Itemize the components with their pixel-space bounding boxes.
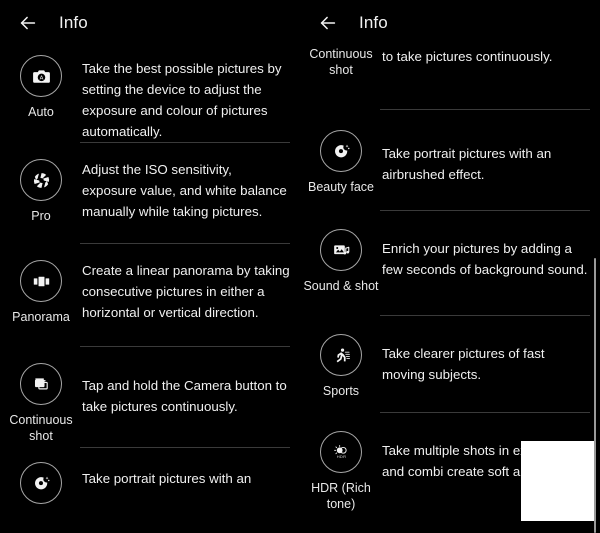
mode-description: Enrich your pictures by adding a few sec… [382, 241, 588, 277]
beauty-face-icon [20, 462, 62, 504]
list-item[interactable]: Pro Adjust the ISO sensitivity, exposure… [0, 143, 300, 243]
mode-description: Take portrait pictures with an airbrushe… [382, 146, 552, 182]
occluding-overlay-block [521, 441, 594, 521]
sound-shot-icon [320, 229, 362, 271]
info-screen-left: Info A Auto Take the best possible pictu… [0, 0, 300, 533]
mode-icon-column: Pro [0, 159, 82, 224]
mode-label: Continuous shot [9, 413, 73, 443]
list-item[interactable]: A Auto Take the best possible pictures b… [0, 46, 300, 142]
scrollbar-thumb[interactable] [594, 258, 596, 533]
list-item[interactable]: Continuous shot Tap and hold the Camera … [0, 347, 300, 447]
mode-list-left: A Auto Take the best possible pictures b… [0, 46, 300, 511]
page-title: Info [359, 13, 388, 32]
svg-text:A: A [39, 75, 43, 81]
mode-label: Sound & shot [303, 279, 379, 293]
camera-auto-icon: A [20, 55, 62, 97]
mode-description: Take portrait pictures with an [82, 471, 252, 486]
hdr-icon: HDR [320, 431, 362, 473]
mode-icon-column: Continuous shot [300, 46, 382, 78]
mode-icon-column: Sports [300, 334, 382, 399]
list-item[interactable]: Beauty face Take portrait pictures with … [300, 110, 600, 210]
mode-description: Take clearer pictures of fast moving sub… [382, 346, 545, 382]
dual-screenshot-container: Info A Auto Take the best possible pictu… [0, 0, 600, 533]
list-item[interactable]: Take portrait pictures with an [0, 448, 300, 511]
app-bar-right: Info [300, 0, 600, 46]
list-item[interactable]: Sound & shot Enrich your pictures by add… [300, 211, 600, 315]
list-item[interactable]: Continuous shot to take pictures continu… [300, 46, 600, 102]
mode-description: Tap and hold the Camera button to take p… [82, 378, 287, 414]
page-title: Info [59, 13, 88, 32]
mode-description: Create a linear panorama by taking conse… [82, 263, 290, 320]
mode-icon-column: Continuous shot [0, 363, 82, 444]
mode-label: Beauty face [307, 180, 374, 194]
mode-description: Take the best possible pictures by setti… [82, 61, 282, 139]
sports-icon [320, 334, 362, 376]
panorama-icon [20, 260, 62, 302]
mode-icon-column: HDR HDR (Rich tone) [300, 431, 382, 512]
mode-label: Sports [322, 384, 360, 398]
mode-icon-column [0, 462, 82, 511]
mode-description: to take pictures continuously. [382, 49, 553, 64]
mode-icon-column: Sound & shot [300, 229, 382, 294]
mode-icon-column: Beauty face [300, 130, 382, 195]
svg-text:HDR: HDR [336, 454, 346, 459]
mode-label: Continuous shot [309, 47, 373, 77]
mode-label: Pro [31, 209, 51, 223]
mode-label: HDR (Rich tone) [311, 481, 371, 511]
app-bar-left: Info [0, 0, 300, 46]
mode-icon-column: Panorama [0, 260, 82, 325]
aperture-icon [20, 159, 62, 201]
arrow-left-icon[interactable] [317, 12, 339, 34]
mode-icon-column: A Auto [0, 55, 82, 120]
list-item[interactable]: Panorama Create a linear panorama by tak… [0, 244, 300, 346]
arrow-left-icon[interactable] [17, 12, 39, 34]
beauty-face-icon [320, 130, 362, 172]
list-item[interactable]: Sports Take clearer pictures of fast mov… [300, 316, 600, 412]
mode-label: Auto [28, 105, 54, 119]
mode-description: Adjust the ISO sensitivity, exposure val… [82, 162, 287, 219]
burst-shot-icon [20, 363, 62, 405]
mode-label: Panorama [12, 310, 70, 324]
